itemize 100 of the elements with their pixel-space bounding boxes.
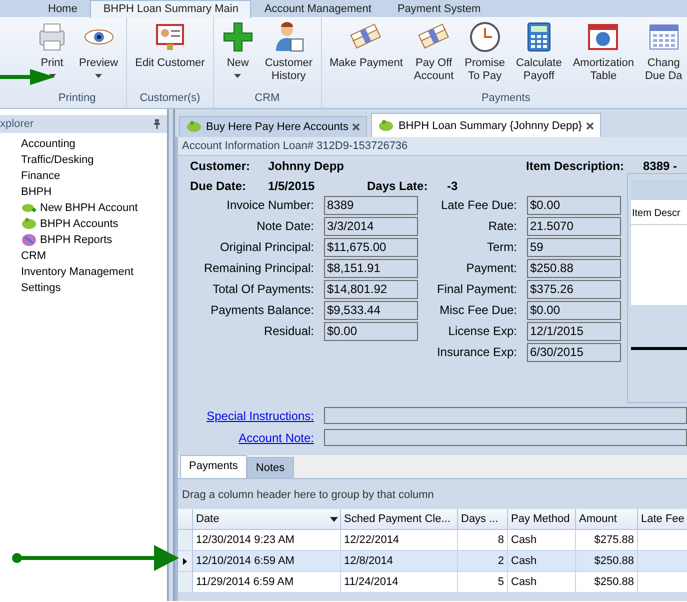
column-header[interactable]: Sched Payment Cle... (341, 509, 458, 530)
header-corner (178, 509, 193, 530)
ribbon-button[interactable]: Customer History (262, 17, 316, 92)
pin-icon[interactable] (153, 119, 161, 129)
document-tab[interactable]: BHPH Loan Summary {Johnny Depp} (371, 113, 601, 137)
table-cell: 12/10/2014 6:59 AM (193, 551, 341, 572)
item-description: 8389 - (643, 159, 678, 173)
table-icon (587, 21, 620, 53)
item-label: Item Description: (526, 159, 626, 173)
column-header[interactable]: Days ... (458, 509, 508, 530)
value-field[interactable]: $0.00 (324, 322, 418, 341)
ribbon-tab[interactable]: BHPH Loan Summary Main (90, 0, 252, 18)
ribbon-button[interactable]: Print (33, 17, 71, 92)
link[interactable]: Account Note: (180, 429, 314, 447)
ribbon-button[interactable]: Calculate Payoff (512, 17, 565, 92)
value-field[interactable]: $250.88 (527, 259, 621, 278)
column-header[interactable]: Pay Method (508, 509, 576, 530)
text-field[interactable] (324, 429, 687, 446)
group-title: Payments (480, 92, 532, 106)
value-field[interactable]: $11,675.00 (324, 238, 418, 257)
value-field[interactable]: $0.00 (527, 301, 621, 320)
tree-item[interactable]: Traffic/Desking (21, 154, 94, 166)
row-indicator[interactable] (178, 551, 193, 572)
ribbon-button[interactable]: Chang Due Da (642, 17, 686, 92)
value-field[interactable]: $375.26 (527, 280, 621, 299)
ribbon-tab[interactable]: Payment System (384, 0, 494, 18)
value-field[interactable]: 3/3/2014 (324, 217, 418, 236)
table-cell: $275.88 (576, 530, 638, 551)
table-cell: 2 (458, 551, 508, 572)
value-field[interactable]: 59 (527, 238, 621, 257)
text-field[interactable] (324, 407, 687, 424)
table-cell: 12/30/2014 9:23 AM (193, 530, 341, 551)
tree-item[interactable]: BHPH Accounts (40, 218, 118, 230)
value-field[interactable]: 12/1/2015 (527, 322, 621, 341)
ribbon-button[interactable]: Make Payment (326, 17, 406, 92)
field-label: Invoice Number: (226, 197, 314, 214)
field-label: License Exp: (447, 323, 517, 340)
group-title: CRM (254, 92, 281, 106)
table-cell: $250.88 (576, 572, 638, 593)
panel-header: Account Information Loan# 312D9-153726736 (178, 137, 687, 156)
tree-item[interactable]: BHPH (21, 186, 52, 198)
arrow-annotation (0, 69, 55, 85)
column-header[interactable]: Amount (576, 509, 638, 530)
tab[interactable]: Notes (246, 457, 294, 478)
value-field[interactable]: $9,533.44 (324, 301, 418, 320)
tree-item[interactable]: CRM (21, 250, 46, 262)
field-label: Note Date: (256, 218, 314, 235)
field-label: Residual: (262, 323, 314, 340)
tree-item[interactable]: Accounting (21, 138, 76, 150)
table-cell (638, 551, 687, 572)
close-icon[interactable] (586, 122, 594, 130)
plus-icon (222, 21, 254, 53)
field-label: Final Payment: (436, 281, 517, 298)
close-icon[interactable] (352, 123, 360, 131)
sort-icon (330, 516, 338, 522)
value-field[interactable]: 21.5070 (527, 217, 621, 236)
value-field[interactable]: $0.00 (527, 196, 621, 215)
tab[interactable]: Payments (180, 455, 247, 478)
group-title: Printing (57, 92, 97, 106)
ribbon-tab[interactable]: Home (35, 0, 90, 18)
column-header[interactable]: Item Descr (631, 200, 687, 225)
table-cell: 11/24/2014 (341, 572, 458, 593)
value-field[interactable]: $14,801.92 (324, 280, 418, 299)
days-late: -3 (447, 179, 458, 193)
value-field[interactable]: 8389 (324, 196, 418, 215)
table-cell: 12/22/2014 (341, 530, 458, 551)
due-date-label: Due Date: (190, 179, 248, 193)
tree-item[interactable]: BHPH Reports (40, 234, 112, 246)
report-icon (21, 233, 37, 247)
value-field[interactable]: $8,151.91 (324, 259, 418, 278)
ribbon-button[interactable]: New (218, 17, 257, 92)
ribbon-button[interactable]: Amortization Table (570, 17, 637, 92)
pane-title: xplorer (0, 118, 34, 130)
ribbon-button[interactable]: Preview (76, 17, 122, 92)
document-tab[interactable]: Buy Here Pay Here Accounts (179, 116, 368, 137)
line (631, 347, 687, 350)
table-cell: Cash (508, 572, 576, 593)
field-label: Misc Fee Due: (438, 302, 517, 319)
value-field[interactable]: 6/30/2015 (527, 343, 621, 362)
tree-item[interactable]: New BHPH Account (40, 202, 138, 214)
customer-label: Customer: (190, 159, 252, 173)
tree-item[interactable]: Finance (21, 170, 60, 182)
ribbon-button[interactable]: Edit Customer (132, 17, 208, 92)
table-cell: 8 (458, 530, 508, 551)
ribbon-button[interactable]: Pay Off Account (410, 17, 457, 92)
field-label: Term: (486, 239, 517, 256)
column-header[interactable]: Late Fee (638, 509, 687, 530)
column-header[interactable]: Date (193, 509, 341, 530)
tree-item[interactable]: Inventory Management (21, 266, 134, 278)
field-label: Total Of Payments: (212, 281, 314, 298)
days-late-label: Days Late: (367, 179, 429, 193)
field-label: Late Fee Due: (440, 197, 517, 214)
field-label: Insurance Exp: (436, 344, 517, 361)
field-label: Remaining Principal: (202, 260, 314, 277)
ribbon-button[interactable]: Promise To Pay (462, 17, 508, 92)
link[interactable]: Special Instructions: (180, 407, 314, 425)
tree-item[interactable]: Settings (21, 282, 61, 294)
customer-name: Johnny Depp (268, 159, 346, 173)
ribbon-tab[interactable]: Account Management (251, 0, 384, 18)
table-cell: 5 (458, 572, 508, 593)
